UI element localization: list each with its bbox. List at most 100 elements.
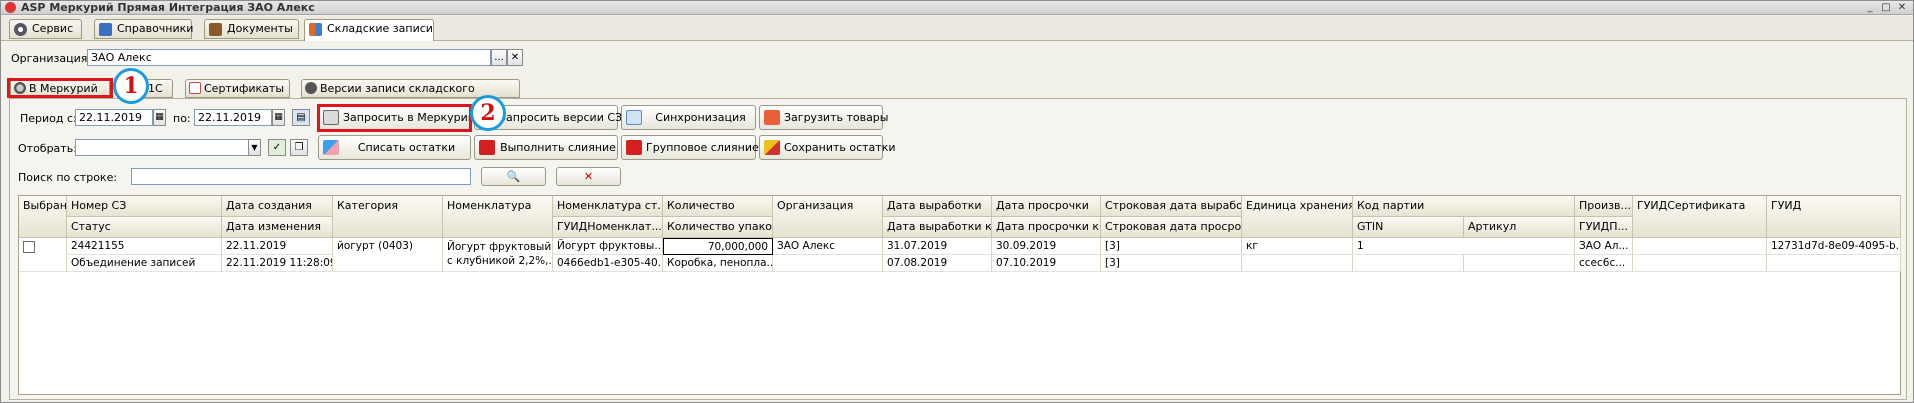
records-table: Выбран Номер СЗ Дата создания Категория … bbox=[18, 195, 1901, 395]
select-dropdown-icon[interactable]: ▼ bbox=[248, 139, 261, 156]
merge-button[interactable]: Выполнить слияние bbox=[474, 135, 618, 160]
col-producer[interactable]: Произв... bbox=[1575, 196, 1633, 217]
app-window: ASP Меркурий Прямая Интеграция ЗАО Алекс… bbox=[0, 0, 1914, 403]
group-merge-button[interactable]: Групповое слияние bbox=[621, 135, 759, 160]
highlight-subtab-box bbox=[7, 78, 113, 98]
org-label: Организация: bbox=[11, 52, 92, 65]
col-article[interactable]: Артикул bbox=[1464, 217, 1575, 238]
org-clear-button[interactable]: ✕ bbox=[507, 49, 523, 66]
book-icon bbox=[99, 23, 112, 36]
col-record-number[interactable]: Номер СЗ bbox=[67, 196, 222, 217]
col-modified[interactable]: Дата изменения bbox=[222, 217, 333, 238]
maximize-button[interactable]: □ bbox=[1879, 2, 1893, 14]
cell-string-production: [3] bbox=[1101, 238, 1242, 255]
cell-pack-quantity: Коробка, пенопла... bbox=[663, 255, 773, 272]
calendar-from-icon[interactable]: ▦ bbox=[153, 109, 166, 126]
writeoff-button[interactable]: Списать остатки bbox=[318, 135, 471, 160]
briefcase-icon bbox=[209, 23, 222, 36]
select-field[interactable] bbox=[75, 139, 261, 156]
cell-organization: ЗАО Алекс bbox=[773, 238, 883, 255]
tab-warehouse-records-label: Складские записи bbox=[327, 22, 433, 35]
cell-cert-guid bbox=[1633, 238, 1767, 255]
cell-batch-code: 1 bbox=[1353, 238, 1575, 255]
tab-service-label: Сервис bbox=[32, 22, 74, 35]
col-organization[interactable]: Организация bbox=[773, 196, 883, 238]
cell-gtin bbox=[1353, 255, 1464, 272]
col-nomenclature-guid[interactable]: ГУИДНоменклат... bbox=[553, 217, 663, 238]
cell-guid: 12731d7d-8e09-4095-b... bbox=[1767, 238, 1901, 255]
col-quantity[interactable]: Количество bbox=[663, 196, 773, 217]
search-button[interactable]: 🔍 bbox=[481, 167, 546, 186]
tab-documents[interactable]: Документы bbox=[204, 19, 299, 39]
col-cert-guid[interactable]: ГУИДСертификата bbox=[1633, 196, 1767, 238]
close-button[interactable]: ✕ bbox=[1895, 2, 1909, 14]
tab-documents-label: Документы bbox=[227, 22, 293, 35]
sync-button[interactable]: Синхронизация bbox=[621, 105, 756, 130]
col-production-date-end[interactable]: Дата выработки к... bbox=[883, 217, 992, 238]
col-batch-code[interactable]: Код партии bbox=[1353, 196, 1575, 217]
load-goods-label: Загрузить товары bbox=[784, 111, 889, 124]
cell-quantity[interactable]: 70,000,000 bbox=[663, 238, 773, 255]
step-badge-2: 2 bbox=[470, 95, 506, 131]
org-select-button[interactable]: ... bbox=[491, 49, 507, 66]
step-badge-1: 1 bbox=[113, 68, 149, 104]
col-production-date[interactable]: Дата выработки bbox=[883, 196, 992, 217]
minimize-button[interactable]: _ bbox=[1863, 2, 1877, 14]
cell-article bbox=[1464, 255, 1575, 272]
boxes-icon bbox=[309, 23, 322, 36]
col-expiry-date-end[interactable]: Дата просрочки к... bbox=[992, 217, 1101, 238]
col-nomenclature-st[interactable]: Номенклатура ст... bbox=[553, 196, 663, 217]
col-storage-unit[interactable]: Единица хранения bbox=[1242, 196, 1353, 238]
col-created[interactable]: Дата создания bbox=[222, 196, 333, 217]
col-producer-guid[interactable]: ГУИДП... bbox=[1575, 217, 1633, 238]
load-goods-button[interactable]: Загрузить товары bbox=[759, 105, 888, 130]
col-guid[interactable]: ГУИД bbox=[1767, 196, 1901, 238]
col-nomenclature[interactable]: Номенклатура bbox=[443, 196, 553, 238]
select-copy-button[interactable]: ❐ bbox=[290, 139, 308, 156]
period-to-field[interactable]: 22.11.2019 bbox=[194, 109, 272, 126]
tab-references[interactable]: Справочники bbox=[94, 19, 193, 39]
col-expiry-date[interactable]: Дата просрочки bbox=[992, 196, 1101, 217]
save-rest-icon bbox=[764, 140, 780, 155]
cell-expiry-date: 30.09.2019 bbox=[992, 238, 1101, 255]
tab-service[interactable]: Сервис bbox=[9, 19, 82, 39]
subtab-certificates-label: Сертификаты bbox=[204, 82, 285, 95]
merge-icon bbox=[479, 140, 495, 155]
period-from-field[interactable]: 22.11.2019 bbox=[75, 109, 153, 126]
cell-category: йогурт (0403) bbox=[333, 238, 443, 272]
cell-production-date-end: 07.08.2019 bbox=[883, 255, 992, 272]
cell-nomenclature-guid: 0466edb1-e305-40... bbox=[553, 255, 663, 272]
col-status[interactable]: Статус bbox=[67, 217, 222, 238]
cell-storage-unit-2 bbox=[1242, 255, 1353, 272]
col-string-production[interactable]: Строковая дата вырабо... bbox=[1101, 196, 1242, 217]
select-apply-button[interactable]: ✓ bbox=[268, 139, 286, 156]
subtab-certificates[interactable]: Сертификаты bbox=[185, 79, 290, 98]
tab-warehouse-records[interactable]: Складские записи bbox=[304, 19, 434, 41]
cell-expiry-date-end: 07.10.2019 bbox=[992, 255, 1101, 272]
search-field[interactable] bbox=[131, 168, 471, 185]
period-dialog-button[interactable]: ▤ bbox=[292, 109, 310, 126]
cell-modified: 22.11.2019 11:28:09 bbox=[222, 255, 333, 272]
top-tab-bar: Сервис Справочники Документы Складские з… bbox=[1, 16, 1913, 41]
col-gtin[interactable]: GTIN bbox=[1353, 217, 1464, 238]
col-pack-quantity[interactable]: Количество упако... bbox=[663, 217, 773, 238]
select-cell bbox=[19, 238, 67, 272]
cell-storage-unit: кг bbox=[1242, 238, 1353, 255]
search-clear-button[interactable]: ✕ bbox=[556, 167, 621, 186]
search-label: Поиск по строке: bbox=[18, 171, 118, 184]
calendar-to-icon[interactable]: ▦ bbox=[272, 109, 285, 126]
select-checkbox[interactable] bbox=[23, 241, 35, 253]
cell-producer: ЗАО Ал... bbox=[1575, 238, 1633, 255]
col-string-expiry[interactable]: Строковая дата просроч... bbox=[1101, 217, 1242, 238]
sync-label: Синхронизация bbox=[655, 111, 746, 124]
col-selected[interactable]: Выбран bbox=[19, 196, 67, 238]
save-rest-button[interactable]: Сохранить остатки bbox=[759, 135, 896, 160]
cell-nomenclature: Йогурт фруктовый с клубникой 2,2%,... bbox=[443, 238, 553, 272]
org-field[interactable]: ЗАО Алекс bbox=[87, 49, 491, 66]
highlight-request-box bbox=[317, 104, 472, 132]
group-merge-label: Групповое слияние bbox=[646, 141, 759, 154]
cell-created: 22.11.2019 bbox=[222, 238, 333, 255]
save-rest-label: Сохранить остатки bbox=[784, 141, 896, 154]
gear-icon bbox=[14, 23, 27, 36]
col-category[interactable]: Категория bbox=[333, 196, 443, 238]
